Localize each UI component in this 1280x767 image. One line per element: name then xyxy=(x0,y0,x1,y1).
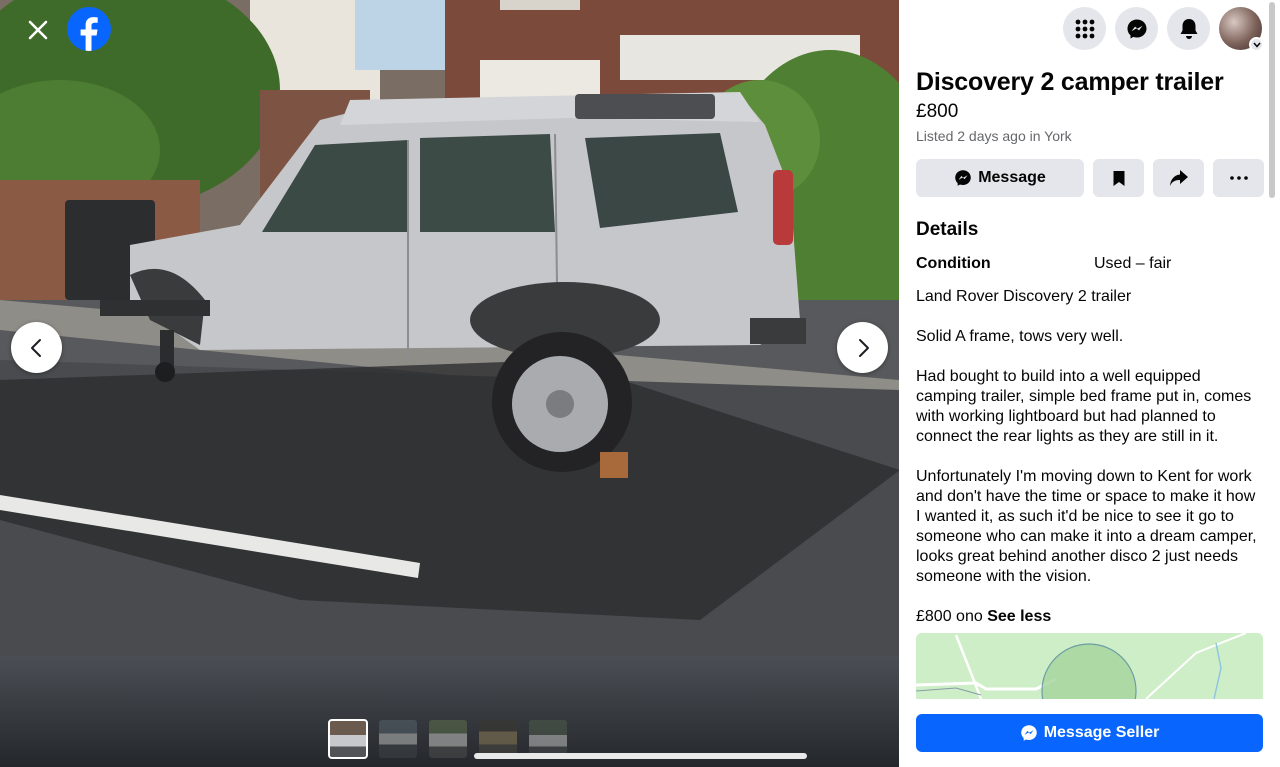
price-note-row: £800 ono See less xyxy=(916,607,1264,627)
more-options-button[interactable] xyxy=(1213,159,1264,197)
notifications-bell-icon xyxy=(1180,18,1197,39)
close-icon xyxy=(28,20,48,40)
home-indicator xyxy=(474,753,807,759)
listing-price: £800 xyxy=(916,101,959,122)
close-button[interactable] xyxy=(18,10,58,50)
vehicle-photo-illustration xyxy=(0,0,899,656)
menu-grid-icon xyxy=(1075,19,1094,38)
condition-value: Used – fair xyxy=(1094,255,1172,272)
previous-photo-button[interactable] xyxy=(11,322,62,373)
message-button[interactable]: Message xyxy=(916,159,1084,197)
listing-panel: Discovery 2 camper trailer £800 Listed 2… xyxy=(899,0,1280,767)
location-map[interactable] xyxy=(916,633,1263,699)
details-heading: Details xyxy=(916,219,979,240)
listing-description: Land Rover Discovery 2 trailer Solid A f… xyxy=(916,288,1257,585)
listing-photo xyxy=(0,0,899,656)
more-horizontal-icon xyxy=(1229,176,1248,180)
thumbnail-3[interactable] xyxy=(429,720,467,758)
chevron-left-icon xyxy=(30,338,41,357)
see-less-link[interactable]: See less xyxy=(987,608,1051,625)
price-note: £800 ono xyxy=(916,608,983,625)
share-arrow-icon xyxy=(1169,170,1188,186)
notifications-button[interactable] xyxy=(1167,7,1210,50)
top-navigation-icons xyxy=(1063,7,1264,52)
messenger-button[interactable] xyxy=(1115,7,1158,50)
menu-button[interactable] xyxy=(1063,7,1106,50)
thumbnail-2[interactable] xyxy=(379,720,417,758)
listing-actions: Message xyxy=(916,159,1264,197)
thumbnail-1[interactable] xyxy=(328,719,368,759)
message-seller-button[interactable]: Message Seller xyxy=(916,714,1263,752)
account-dropdown-icon[interactable] xyxy=(1249,37,1264,52)
condition-row: Condition Used – fair xyxy=(916,254,1264,274)
message-seller-label: Message Seller xyxy=(1043,724,1160,741)
listing-title: Discovery 2 camper trailer xyxy=(916,68,1224,96)
listing-content: Discovery 2 camper trailer £800 Listed 2… xyxy=(916,66,1264,627)
bookmark-icon xyxy=(1113,170,1124,186)
save-button[interactable] xyxy=(1093,159,1144,197)
next-photo-button[interactable] xyxy=(837,322,888,373)
messenger-icon xyxy=(1127,19,1146,38)
message-button-label: Message xyxy=(978,169,1046,186)
map-illustration xyxy=(916,633,1263,699)
chevron-right-icon xyxy=(858,338,869,357)
photo-viewer xyxy=(0,0,899,767)
messenger-icon xyxy=(955,170,971,186)
facebook-logo-icon[interactable] xyxy=(67,7,111,51)
messenger-icon xyxy=(1020,725,1037,741)
share-button[interactable] xyxy=(1153,159,1204,197)
condition-label: Condition xyxy=(916,255,991,272)
panel-scrollbar[interactable] xyxy=(1269,2,1275,198)
listing-meta: Listed 2 days ago in York xyxy=(916,128,1072,144)
account-avatar[interactable] xyxy=(1219,7,1264,52)
